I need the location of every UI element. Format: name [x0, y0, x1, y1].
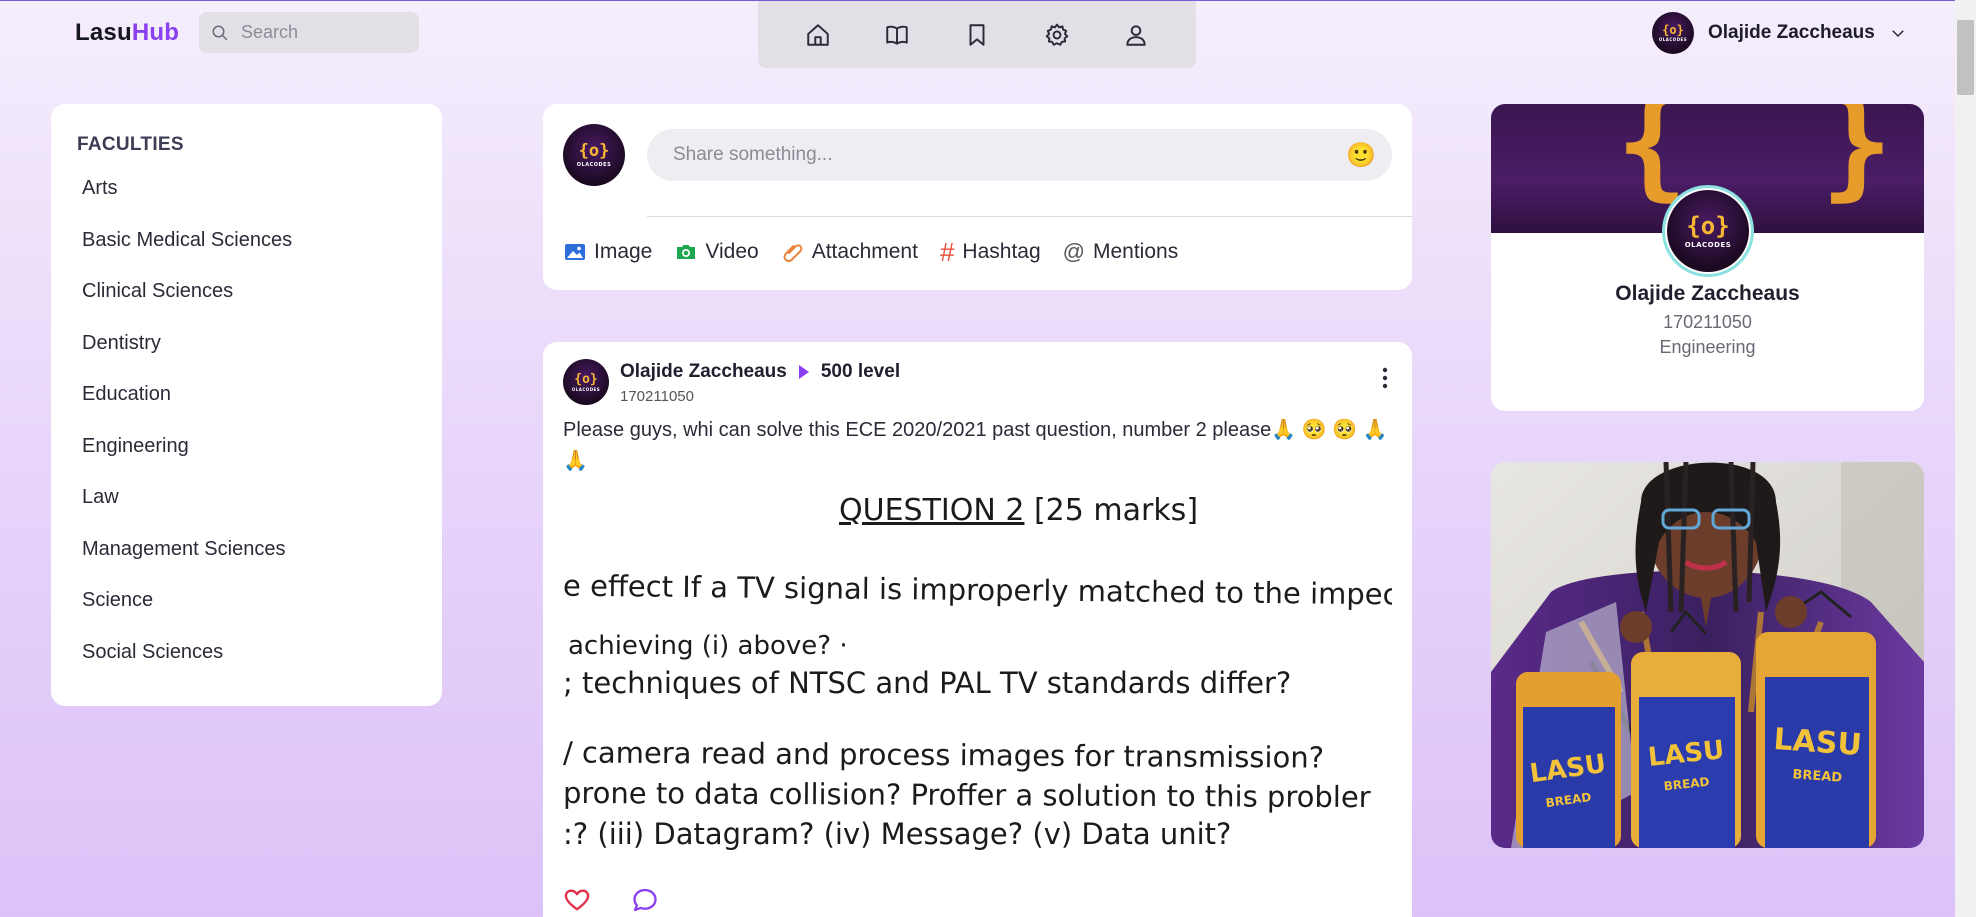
heart-icon[interactable] [563, 886, 591, 914]
nav-bookmark-button[interactable] [957, 15, 997, 55]
image-icon [565, 244, 585, 260]
post-composer: {o} OLACODES 🙂 Image Video Attachment # … [543, 104, 1412, 290]
share-box[interactable]: 🙂 [647, 129, 1392, 181]
composer-actions: Image Video Attachment # Hashtag @ Menti… [563, 239, 1392, 265]
home-icon [807, 23, 829, 46]
faculties-panel: FACULTIES Arts Basic Medical Sciences Cl… [51, 104, 442, 706]
faculty-item-education[interactable]: Education [77, 381, 442, 433]
post-reactions [563, 886, 1392, 914]
comment-icon[interactable] [631, 886, 659, 914]
nav-book-button[interactable] [877, 15, 917, 55]
avatar[interactable]: {o} OLACODES [563, 359, 609, 405]
image-button[interactable]: Image [563, 240, 652, 264]
post-author[interactable]: Olajide Zaccheaus [620, 361, 787, 383]
avatar-logo-text: {o} [1662, 23, 1684, 37]
search-input[interactable] [241, 22, 401, 43]
search-box[interactable] [199, 12, 419, 53]
faculty-item-management-sciences[interactable]: Management Sciences [77, 536, 442, 588]
hashtag-icon: # [939, 237, 955, 267]
nav-settings-button[interactable] [1037, 15, 1077, 55]
ad-photo-illustration: LASU BREAD LASU BREAD LASU BREAD [1491, 462, 1924, 848]
question-title: QUESTION 2 [25 marks] [839, 493, 1198, 528]
nav-profile-button[interactable] [1116, 15, 1156, 55]
avatar-logo-text: {o} [578, 140, 610, 161]
profile-avatar[interactable]: {o} OLACODES [1662, 185, 1754, 277]
avatar: {o} OLACODES [1652, 12, 1694, 54]
video-label: Video [705, 240, 759, 263]
faculty-item-arts[interactable]: Arts [77, 175, 442, 227]
question-line: ; techniques of NTSC and PAL TV standard… [563, 666, 1292, 700]
composer-divider [647, 216, 1412, 217]
avatar-brand-text: OLACODES [571, 386, 601, 392]
image-label: Image [594, 240, 653, 263]
cover-logo-text: { } [1616, 104, 1923, 213]
question-line: prone to data collision? Proffer a solut… [563, 775, 1371, 815]
faculty-item-engineering[interactable]: Engineering [77, 433, 442, 485]
faculty-item-science[interactable]: Science [77, 587, 442, 639]
hashtag-label: Hashtag [962, 240, 1041, 263]
user-menu[interactable]: {o} OLACODES Olajide Zaccheaus [1652, 11, 1907, 55]
avatar-logo-text: {o} [574, 371, 598, 387]
share-input[interactable] [673, 144, 1313, 166]
mentions-button[interactable]: @ Mentions [1063, 239, 1179, 265]
faculty-item-law[interactable]: Law [77, 484, 442, 536]
profile-card: { } {o} OLACODES Olajide Zaccheaus 17021… [1491, 104, 1924, 411]
nav-home-button[interactable] [798, 15, 838, 55]
caret-right-icon [798, 365, 809, 379]
video-button[interactable]: Video [674, 240, 759, 264]
emoji-icon[interactable]: 🙂 [1346, 141, 1376, 170]
hashtag-button[interactable]: # Hashtag [940, 239, 1041, 265]
faculties-title: FACULTIES [77, 134, 184, 155]
avatar-logo-text: {o} [1686, 211, 1730, 240]
bag-label-right: LASU [1772, 722, 1863, 763]
post-author-matric: 170211050 [620, 388, 694, 405]
logo-text-hub: Hub [131, 19, 180, 46]
more-options-icon[interactable] [1380, 366, 1390, 390]
profile-matric: 170211050 [1663, 312, 1752, 332]
faculty-list: Arts Basic Medical Sciences Clinical Sci… [77, 175, 442, 690]
faculty-item-dentistry[interactable]: Dentistry [77, 330, 442, 382]
question-number: QUESTION 2 [839, 493, 1025, 528]
mentions-label: Mentions [1092, 240, 1179, 263]
faculty-item-social-sciences[interactable]: Social Sciences [77, 639, 442, 691]
camera-icon [677, 245, 696, 259]
avatar: {o} OLACODES [563, 124, 625, 186]
post-image[interactable]: QUESTION 2 [25 marks] e effect If a TV s… [563, 481, 1392, 876]
at-icon: @ [1062, 239, 1085, 264]
avatar: {o} OLACODES [1667, 190, 1749, 272]
gear-icon [1045, 23, 1068, 46]
user-name: Olajide Zaccheaus [1708, 22, 1875, 43]
user-icon [1126, 24, 1146, 46]
question-marks: [25 marks] [1024, 493, 1199, 528]
paperclip-icon [783, 244, 803, 262]
main-nav [758, 1, 1196, 68]
question-line: achieving (i) above? · [568, 631, 848, 661]
post-level: 500 level [820, 361, 901, 382]
attachment-button[interactable]: Attachment [781, 240, 918, 264]
avatar-brand-text: OLACODES [1684, 240, 1732, 249]
page-scrollbar-track[interactable] [1955, 0, 1976, 917]
logo-text-lasu: Lasu [75, 19, 132, 46]
feed-post: {o} OLACODES Olajide Zaccheaus 500 level… [543, 342, 1412, 917]
profile-name[interactable]: Olajide Zaccheaus [1491, 282, 1924, 306]
avatar-brand-text: OLACODES [1658, 37, 1688, 42]
chevron-down-icon[interactable] [1889, 24, 1907, 42]
avatar-brand-text: OLACODES [576, 161, 612, 168]
question-line: / camera read and process images for tra… [563, 735, 1325, 775]
app-logo[interactable]: LasuHub [75, 19, 179, 47]
book-open-icon [886, 25, 909, 45]
top-bar: LasuHub {o} OLACODES Olajide Zaccheaus [0, 0, 1955, 70]
question-line: e effect If a TV signal is improperly ma… [563, 568, 1392, 612]
page-scrollbar-thumb[interactable] [1957, 20, 1974, 95]
bookmark-icon [969, 23, 985, 46]
search-icon [212, 25, 228, 40]
post-text: Please guys, whi can solve this ECE 2020… [563, 419, 1388, 472]
ad-photo[interactable]: LASU BREAD LASU BREAD LASU BREAD [1491, 462, 1924, 848]
faculty-item-basic-medical-sciences[interactable]: Basic Medical Sciences [77, 227, 442, 279]
attachment-label: Attachment [811, 240, 918, 263]
faculty-item-clinical-sciences[interactable]: Clinical Sciences [77, 278, 442, 330]
question-line: :? (iii) Datagram? (iv) Message? (v) Dat… [563, 817, 1232, 851]
profile-department: Engineering [1659, 337, 1756, 357]
